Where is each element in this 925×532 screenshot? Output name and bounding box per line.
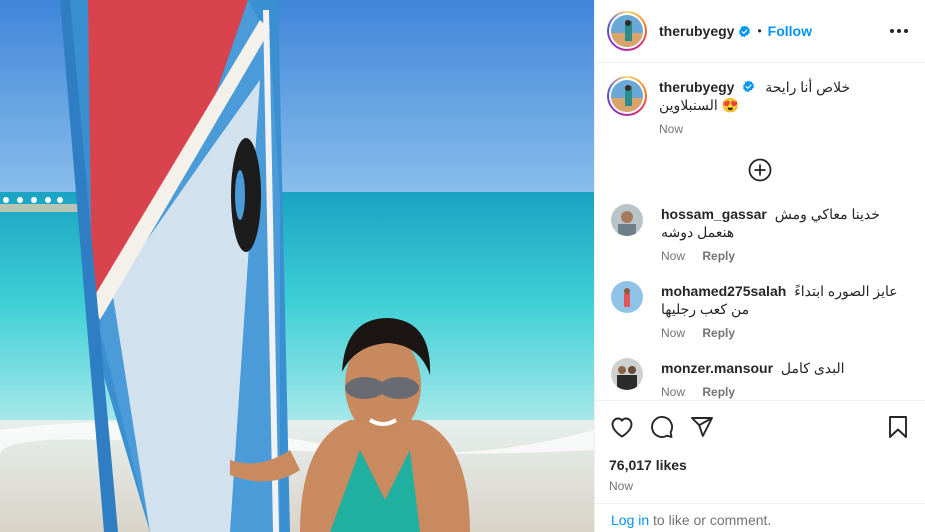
login-prompt: Log in to like or comment. (595, 503, 925, 532)
load-more-comments[interactable] (595, 158, 925, 186)
comment-text: البدى كامل (780, 360, 845, 376)
more-options-icon[interactable] (887, 19, 911, 43)
verified-badge-icon (739, 25, 751, 37)
comment-time: Now (661, 326, 686, 340)
post-actions: 76,017 likes Now (595, 400, 925, 493)
reply-button[interactable]: Reply (702, 385, 735, 399)
comment-bubble-icon[interactable] (649, 414, 675, 440)
post-photo[interactable] (0, 0, 594, 532)
comment-item: monzer.mansour البدى كامل Now Reply (595, 358, 925, 399)
comments-section[interactable]: therubyegy خلاص أنا رايحة السنبلاوين 😍 N… (595, 64, 925, 400)
verified-badge-icon (743, 80, 755, 93)
beach-windsurf-photo (0, 0, 594, 532)
comment-time: Now (661, 249, 686, 263)
login-link[interactable]: Log in (611, 512, 649, 528)
caption-avatar[interactable] (607, 76, 647, 116)
comment-time: Now (661, 385, 686, 399)
author-avatar[interactable] (607, 11, 647, 51)
comment-username[interactable]: hossam_gassar (661, 206, 767, 222)
likes-count[interactable]: 76,017 likes (609, 457, 911, 473)
comment-username[interactable]: monzer.mansour (661, 360, 773, 376)
post-header: therubyegy • Follow (595, 0, 925, 63)
commenter-avatar[interactable] (611, 358, 643, 390)
separator-dot: • (757, 24, 762, 38)
author-username[interactable]: therubyegy (659, 23, 734, 39)
reply-button[interactable]: Reply (702, 326, 735, 340)
bookmark-icon[interactable] (885, 414, 911, 440)
heart-icon[interactable] (609, 414, 635, 440)
follow-button[interactable]: Follow (768, 23, 812, 39)
caption-username[interactable]: therubyegy (659, 79, 734, 95)
caption-time: Now (659, 122, 684, 136)
paper-plane-icon[interactable] (689, 414, 715, 440)
comment-username[interactable]: mohamed275salah (661, 283, 786, 299)
commenter-avatar[interactable] (611, 204, 643, 236)
plus-circle-icon[interactable] (748, 158, 772, 182)
comment-item: hossam_gassar خدينا معاكي ومش هنعمل دوشه… (595, 204, 925, 263)
reply-button[interactable]: Reply (702, 249, 735, 263)
post-details-panel: therubyegy • Follow therubyegy خلاص أنا … (594, 0, 925, 532)
post-time: Now (609, 479, 634, 493)
post-caption: therubyegy خلاص أنا رايحة السنبلاوين 😍 N… (595, 64, 925, 136)
comment-item: mohamed275salah عايز الصوره ابتداءً من ك… (595, 281, 925, 340)
login-prompt-text: to like or comment. (649, 512, 772, 528)
commenter-avatar[interactable] (611, 281, 643, 313)
